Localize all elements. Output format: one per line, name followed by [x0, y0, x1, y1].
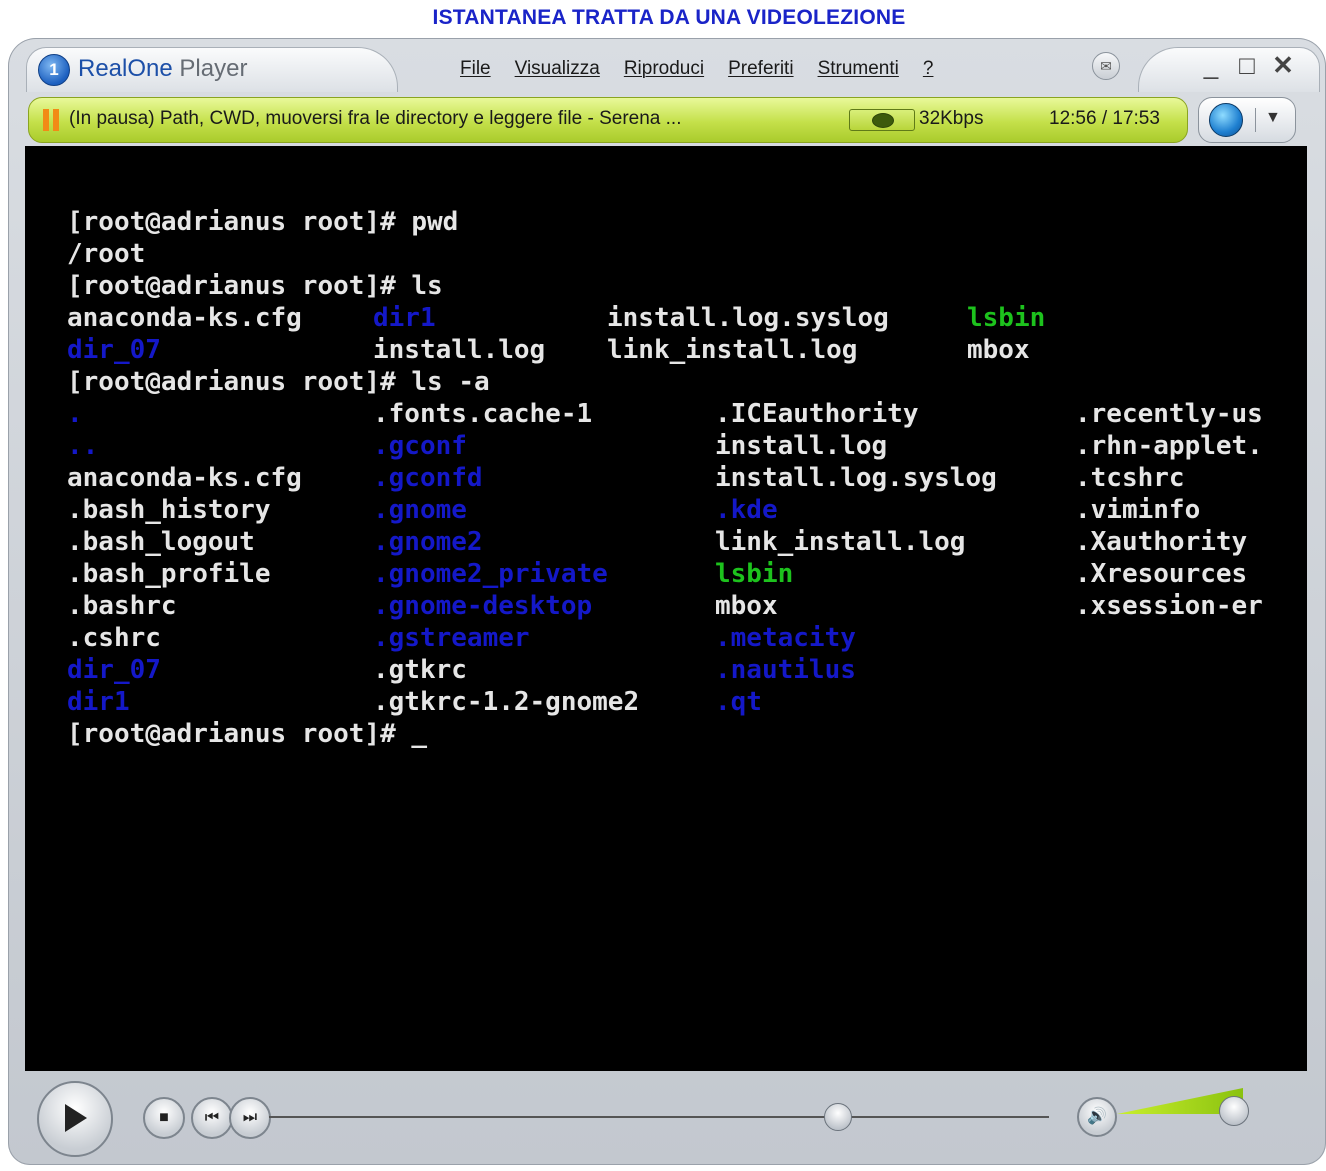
play-button[interactable]	[37, 1081, 113, 1157]
globe-icon	[1209, 103, 1243, 137]
menu-bar: File Visualizza Riproduci Preferiti Stru…	[448, 58, 945, 80]
minimize-button[interactable]: _	[1194, 50, 1228, 84]
terminal-token: install.log.syslog	[715, 463, 997, 493]
terminal-token: [root@adrianus root]# ls -a	[67, 367, 490, 397]
brand-name: RealOne	[78, 55, 173, 82]
menu-favorites[interactable]: Preferiti	[716, 58, 805, 80]
next-button[interactable]: ⏭	[229, 1097, 271, 1139]
terminal-token: anaconda-ks.cfg	[67, 463, 302, 493]
terminal-token: mbox	[967, 335, 1030, 365]
menu-file[interactable]: File	[448, 58, 503, 80]
menu-view[interactable]: Visualizza	[503, 58, 612, 80]
terminal-token: .gconfd	[373, 463, 483, 493]
seek-slider-knob[interactable]	[823, 1103, 852, 1131]
time-display: 12:56 / 17:53	[1049, 108, 1160, 129]
clip-title: (In pausa) Path, CWD, muoversi fra le di…	[69, 108, 682, 129]
playback-controls: ■ ⏮ ⏭ 🔊	[25, 1071, 1307, 1163]
terminal-token: .	[67, 399, 83, 429]
menu-help[interactable]: ?	[911, 58, 946, 80]
terminal-token: [root@adrianus root]# pwd	[67, 207, 459, 237]
menu-tools[interactable]: Strumenti	[806, 58, 911, 80]
terminal-token: .ICEauthority	[715, 399, 919, 429]
terminal-token: dir1	[373, 303, 436, 333]
terminal-token: .bash_profile	[67, 559, 271, 589]
terminal-token: .rhn-applet.	[1075, 431, 1263, 461]
title-bar: 1 RealOne Player File Visualizza Riprodu…	[8, 38, 1326, 94]
realone-logo-icon: 1	[38, 54, 70, 86]
terminal-token: dir1	[67, 687, 130, 717]
pause-icon	[43, 109, 59, 131]
signal-icon	[849, 109, 915, 131]
volume-slider-knob[interactable]	[1218, 1096, 1249, 1126]
terminal-token: .gconf	[373, 431, 467, 461]
terminal-token: .metacity	[715, 623, 856, 653]
terminal-token: .gnome2_private	[373, 559, 608, 589]
signal-eye-icon	[872, 113, 894, 128]
terminal-token: link_install.log	[607, 335, 858, 365]
terminal-token: .cshrc	[67, 623, 161, 653]
terminal-token: .bash_logout	[67, 527, 255, 557]
app-title: RealOne Player	[78, 55, 247, 83]
terminal-token: lsbin	[967, 303, 1046, 333]
terminal-token: .recently-us	[1075, 399, 1263, 429]
terminal-token: install.log	[373, 335, 546, 365]
maximize-button[interactable]: □	[1230, 50, 1264, 84]
terminal-token: .kde	[715, 495, 778, 525]
seek-bar[interactable]	[269, 1116, 1049, 1118]
terminal-token: .Xresources	[1075, 559, 1248, 589]
terminal-token: .gstreamer	[373, 623, 530, 653]
terminal-token: install.log.syslog	[607, 303, 889, 333]
terminal-token: [root@adrianus root]# _	[67, 719, 428, 749]
terminal-token: link_install.log	[715, 527, 966, 557]
terminal-token: .fonts.cache-1	[373, 399, 593, 429]
terminal-token: anaconda-ks.cfg	[67, 303, 302, 333]
terminal-token: dir_07	[67, 655, 161, 685]
terminal-token: .gnome2	[373, 527, 483, 557]
terminal-token: .tcshrc	[1075, 463, 1185, 493]
terminal-token: [root@adrianus root]# ls	[67, 271, 443, 301]
terminal-token: mbox	[715, 591, 778, 621]
page-caption: ISTANTANEA TRATTA DA UNA VIDEOLEZIONE	[432, 6, 906, 29]
terminal-token: .xsession-er	[1075, 591, 1263, 621]
message-center-icon[interactable]: ✉	[1092, 52, 1120, 80]
close-button[interactable]: ✕	[1266, 50, 1300, 84]
terminal-token: .gnome-desktop	[373, 591, 593, 621]
video-area[interactable]: [root@adrianus root]# pwd/root [root@adri…	[25, 146, 1307, 1071]
divider	[1255, 108, 1256, 132]
terminal-token: .nautilus	[715, 655, 856, 685]
speaker-icon[interactable]: 🔊	[1077, 1097, 1117, 1137]
status-bar: (In pausa) Path, CWD, muoversi fra le di…	[28, 97, 1188, 143]
terminal-token: .bashrc	[67, 591, 177, 621]
terminal-token: .qt	[715, 687, 762, 717]
menu-play[interactable]: Riproduci	[612, 58, 716, 80]
terminal-token: lsbin	[715, 559, 794, 589]
terminal-token: .gtkrc-1.2-gnome2	[373, 687, 640, 717]
terminal-token: dir_07	[67, 335, 161, 365]
terminal-token: .viminfo	[1075, 495, 1201, 525]
terminal-token: .gnome	[373, 495, 467, 525]
previous-button[interactable]: ⏮	[191, 1097, 233, 1139]
terminal-token: /root	[67, 239, 146, 269]
bitrate-label: 32Kbps	[919, 108, 984, 129]
chevron-down-icon: ▼	[1265, 109, 1281, 126]
stop-button[interactable]: ■	[143, 1097, 185, 1139]
brand-suffix: Player	[179, 55, 248, 82]
terminal-token: install.log	[715, 431, 888, 461]
terminal-token: ..	[67, 431, 99, 461]
web-menu-button[interactable]: ▼	[1198, 97, 1296, 143]
terminal-token: .bash_history	[67, 495, 271, 525]
terminal-token: .gtkrc	[373, 655, 467, 685]
terminal-token: .Xauthority	[1075, 527, 1248, 557]
